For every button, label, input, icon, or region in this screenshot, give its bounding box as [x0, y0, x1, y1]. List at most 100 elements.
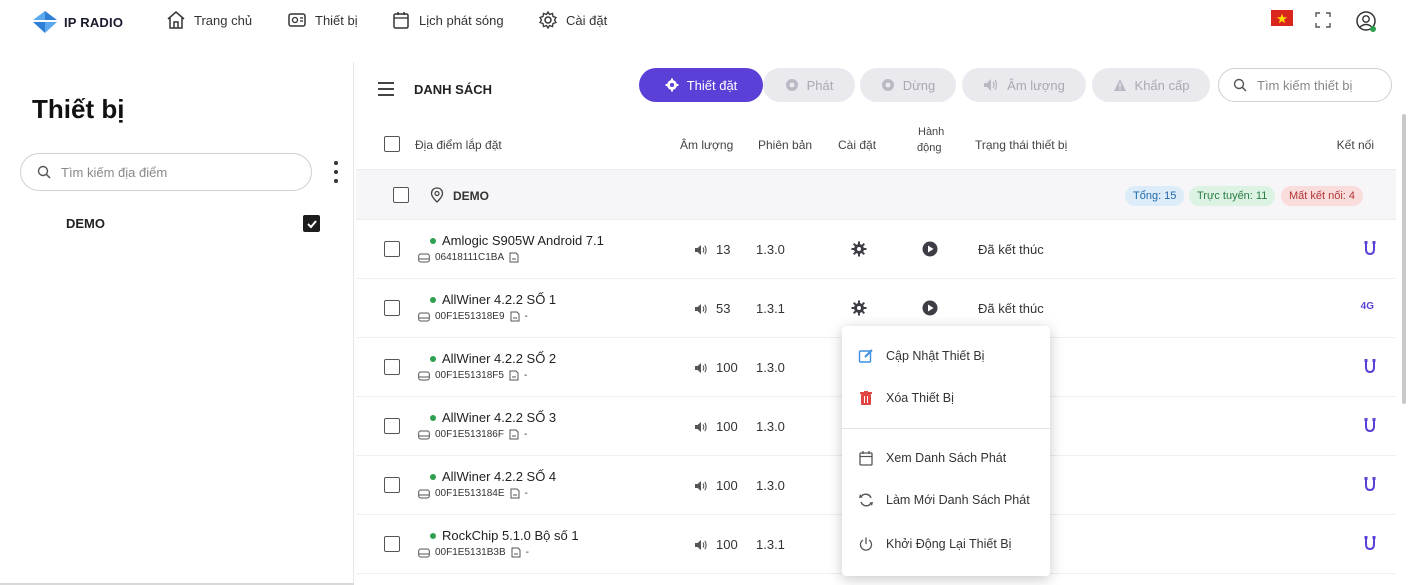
- ip-radio-logo-icon: [33, 11, 57, 33]
- wired-connection-icon[interactable]: [1362, 358, 1378, 374]
- edit-icon: [858, 349, 873, 363]
- menu-item-update-device[interactable]: Cập Nhật Thiết Bị: [842, 338, 1050, 374]
- device-row-checkbox[interactable]: [384, 477, 400, 493]
- device-id: 06418111C1BA: [418, 252, 524, 263]
- device-row-checkbox[interactable]: [384, 359, 400, 375]
- wired-connection-icon[interactable]: [1362, 535, 1378, 551]
- nav-devices[interactable]: Thiết bị: [287, 10, 358, 30]
- online-status-dot: [430, 532, 436, 539]
- volume-button[interactable]: Âm lượng: [962, 68, 1086, 102]
- device-id-label: 00F1E5131B3B: [435, 547, 506, 558]
- nav-schedule-label: Lịch phát sóng: [419, 12, 504, 28]
- device-search-input[interactable]: [1257, 77, 1377, 93]
- refresh-icon: [859, 493, 873, 507]
- language-switch[interactable]: [1271, 10, 1293, 26]
- online-status-dot: [430, 355, 436, 362]
- device-volume: 100: [694, 537, 738, 552]
- menu-item-label: Cập Nhật Thiết Bị: [886, 349, 985, 363]
- menu-item-restart-device[interactable]: Khởi Động Lại Thiết Bị: [842, 526, 1050, 562]
- device-version: 1.3.0: [756, 242, 785, 257]
- wired-connection-icon[interactable]: [1362, 240, 1378, 256]
- drive-icon: [418, 371, 430, 380]
- nav-schedule[interactable]: Lịch phát sóng: [391, 10, 504, 30]
- fullscreen-icon: [1315, 12, 1331, 28]
- more-options-button[interactable]: [332, 161, 340, 183]
- location-item-label[interactable]: DEMO: [66, 216, 105, 231]
- device-row-checkbox[interactable]: [384, 418, 400, 434]
- hamburger-menu-button[interactable]: [378, 82, 394, 96]
- device-name: AllWiner 4.2.2 SỐ 3: [430, 410, 556, 425]
- device-id-label: 06418111C1BA: [435, 252, 505, 263]
- device-name-label: AllWiner 4.2.2 SỐ 4: [442, 469, 557, 484]
- device-row-checkbox[interactable]: [384, 536, 400, 552]
- sd-card-icon: [509, 252, 519, 263]
- sd-card-icon: [509, 370, 519, 381]
- online-status-dot: [430, 296, 436, 303]
- app-logo[interactable]: IP RADIO: [32, 10, 123, 34]
- calendar-icon: [393, 12, 409, 29]
- play-action-icon[interactable]: [922, 300, 938, 316]
- settings-gear-icon[interactable]: [851, 241, 867, 257]
- device-id: 00F1E51318F5 -: [418, 370, 527, 381]
- group-checkbox[interactable]: [393, 187, 409, 203]
- emergency-button[interactable]: Khẩn cấp: [1092, 68, 1210, 102]
- device-name-label: RockChip 5.1.0 Bộ số 1: [442, 528, 579, 543]
- drive-icon: [418, 253, 430, 262]
- device-volume: 100: [694, 419, 738, 434]
- device-row-checkbox[interactable]: [384, 241, 400, 257]
- play-action-icon[interactable]: [922, 241, 938, 257]
- stop-button[interactable]: Dừng: [860, 68, 956, 102]
- vietnam-flag-icon: [1271, 10, 1293, 26]
- nav-settings[interactable]: Cài đặt: [538, 10, 607, 30]
- wired-connection-icon[interactable]: [1362, 476, 1378, 492]
- location-search-box[interactable]: [20, 153, 312, 191]
- device-status: Đã kết thúc: [978, 242, 1044, 257]
- play-button[interactable]: Phát: [763, 68, 855, 102]
- online-badge: Trực tuyến: 11: [1189, 186, 1276, 206]
- nav-home-label: Trang chủ: [194, 12, 253, 28]
- location-search-input[interactable]: [61, 164, 281, 180]
- checkmark-icon: [306, 219, 317, 228]
- device-id-suffix: -: [523, 370, 528, 381]
- user-account-button[interactable]: [1354, 10, 1378, 34]
- table-header: Địa điểm lắp đặt Âm lượng Phiên bản Cài …: [356, 118, 1396, 170]
- location-pin-icon: [430, 187, 444, 203]
- menu-item-view-playlist[interactable]: Xem Danh Sách Phát: [842, 440, 1050, 476]
- nav-home[interactable]: Trang chủ: [166, 10, 252, 30]
- device-id-label: 00F1E51318E9: [435, 311, 505, 322]
- device-search-box[interactable]: [1218, 68, 1392, 102]
- location-group-row[interactable]: DEMO Tổng: 15 Trực tuyến: 11 Mất kết nối…: [356, 170, 1396, 220]
- select-all-checkbox[interactable]: [384, 136, 400, 152]
- device-id-suffix: -: [525, 547, 529, 558]
- play-button-label: Phát: [806, 77, 834, 93]
- wired-connection-icon[interactable]: [1362, 417, 1378, 433]
- device-row[interactable]: Amlogic S905W Android 7.1 06418111C1BA 13 1…: [356, 220, 1396, 279]
- connection-4g-icon[interactable]: 4G: [1361, 301, 1374, 312]
- menu-divider: [842, 428, 1050, 429]
- device-volume: 100: [694, 478, 738, 493]
- device-id-suffix: -: [524, 311, 528, 322]
- menu-item-refresh-playlist[interactable]: Làm Mới Danh Sách Phát: [842, 482, 1050, 518]
- home-icon: [167, 11, 185, 29]
- device-name-label: AllWiner 4.2.2 SỐ 2: [442, 351, 557, 366]
- location-checkbox-checked[interactable]: [303, 215, 320, 232]
- menu-item-delete-device[interactable]: Xóa Thiết Bị: [842, 380, 1050, 416]
- fullscreen-button[interactable]: [1313, 10, 1333, 30]
- sd-card-icon: [509, 429, 519, 440]
- volume-value: 100: [716, 537, 738, 552]
- volume-value: 53: [716, 301, 731, 316]
- settings-gear-icon[interactable]: [851, 300, 867, 316]
- device-id: 00F1E51318E9 -: [418, 311, 528, 322]
- setup-button[interactable]: Thiết đặt: [639, 68, 763, 102]
- device-row-checkbox[interactable]: [384, 300, 400, 316]
- trash-icon: [860, 391, 872, 405]
- device-volume: 13: [694, 242, 730, 257]
- volume-value: 100: [716, 360, 738, 375]
- header-action-line2: động: [917, 142, 942, 154]
- scrollbar[interactable]: [1402, 114, 1406, 404]
- device-name: RockChip 5.1.0 Bộ số 1: [430, 528, 579, 543]
- emergency-button-label: Khẩn cấp: [1134, 77, 1190, 93]
- drive-icon: [418, 312, 430, 321]
- volume-value: 100: [716, 419, 738, 434]
- drive-icon: [418, 430, 430, 439]
